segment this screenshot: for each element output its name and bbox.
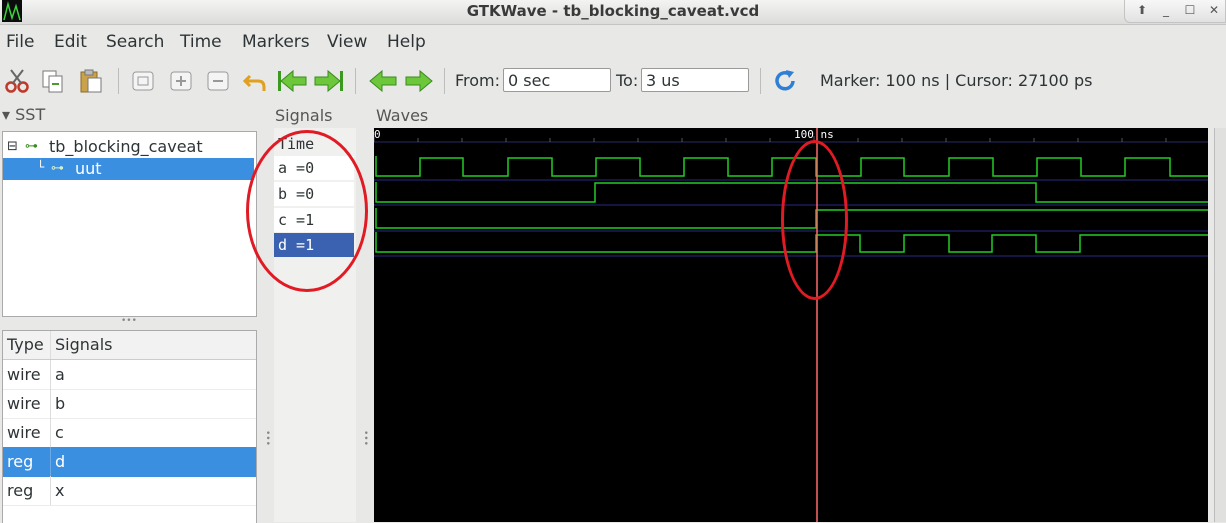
- tree-node-label: uut: [75, 159, 102, 178]
- close-button[interactable]: ✕: [1205, 2, 1223, 18]
- signal-type: wire: [7, 423, 41, 442]
- copy-icon[interactable]: [40, 68, 66, 94]
- table-row[interactable]: wire a: [3, 360, 256, 390]
- column-header-type[interactable]: Type: [7, 335, 44, 354]
- column-header-signals[interactable]: Signals: [55, 335, 112, 354]
- signal-name: d: [55, 452, 66, 471]
- toolbar-separator: [118, 68, 119, 94]
- vertical-scrollbar[interactable]: [1214, 128, 1226, 522]
- sst-hierarchy-tree: ⊟ ⊶ tb_blocking_caveat └ ⊶ uut: [2, 131, 257, 317]
- shade-button[interactable]: ⬆: [1133, 2, 1151, 18]
- tree-node-label: tb_blocking_caveat: [49, 137, 203, 156]
- window-title: GTKWave - tb_blocking_caveat.vcd: [466, 2, 760, 20]
- column-divider: [50, 447, 51, 476]
- title-bar: GTKWave - tb_blocking_caveat.vcd ⬆ _ ☐ ✕: [0, 0, 1226, 25]
- tree-node-tb-blocking-caveat[interactable]: ⊟ ⊶ tb_blocking_caveat: [3, 136, 254, 158]
- waves-panel-label: Waves: [376, 106, 429, 125]
- signal-name: a: [55, 365, 65, 384]
- column-divider: [50, 389, 51, 418]
- signal-type: wire: [7, 394, 41, 413]
- marker-cursor-status: Marker: 100 ns | Cursor: 27100 ps: [820, 71, 1093, 90]
- table-header: Type Signals: [3, 331, 256, 360]
- menu-help[interactable]: Help: [387, 32, 426, 52]
- menu-time[interactable]: Time: [180, 32, 222, 52]
- minimize-button[interactable]: _: [1157, 2, 1175, 18]
- menu-view[interactable]: View: [327, 32, 367, 52]
- from-label: From:: [455, 71, 501, 90]
- menu-bar: File Edit Search Time Markers View Help: [0, 26, 1226, 58]
- annotation-ellipse-marker: [781, 140, 848, 300]
- from-time-input[interactable]: 0 sec: [503, 68, 611, 92]
- table-row[interactable]: reg x: [3, 476, 256, 506]
- find-prev-edge-icon[interactable]: [368, 68, 397, 94]
- signals-panel-label: Signals: [275, 106, 333, 125]
- pane-resize-grip[interactable]: •••: [121, 316, 137, 326]
- hierarchy-icon: ⊶: [25, 139, 38, 154]
- maximize-button[interactable]: ☐: [1181, 2, 1199, 18]
- column-divider: [50, 331, 51, 359]
- sst-label-text: SST: [15, 105, 46, 124]
- undo-zoom-icon[interactable]: [242, 68, 268, 94]
- zoom-fit-icon[interactable]: [130, 68, 156, 94]
- to-label: To:: [616, 71, 639, 90]
- time-label-start: 0: [374, 128, 381, 141]
- find-next-edge-icon[interactable]: [404, 68, 433, 94]
- zoom-to-start-icon[interactable]: [277, 68, 307, 94]
- signal-type: reg: [7, 481, 34, 500]
- table-row[interactable]: wire c: [3, 418, 256, 448]
- column-divider: [50, 418, 51, 447]
- sst-label[interactable]: ▾ SST: [2, 105, 45, 124]
- toolbar-separator: [444, 68, 445, 94]
- tree-node-uut[interactable]: └ ⊶ uut: [3, 158, 254, 180]
- menu-search[interactable]: Search: [106, 32, 164, 52]
- table-row[interactable]: wire b: [3, 389, 256, 419]
- tree-branch-line: └: [37, 160, 45, 174]
- annotation-ellipse-signals: [246, 130, 368, 292]
- toolbar-separator: [355, 68, 356, 94]
- zoom-to-end-icon[interactable]: [314, 68, 343, 94]
- signal-name: x: [55, 481, 65, 500]
- signal-name: b: [55, 394, 66, 413]
- cut-icon[interactable]: [4, 68, 30, 94]
- pane-resize-grip[interactable]: •••: [360, 430, 370, 446]
- hierarchy-icon: ⊶: [51, 161, 64, 176]
- table-row[interactable]: reg d: [3, 447, 256, 477]
- signal-name: c: [55, 423, 64, 442]
- column-divider: [50, 360, 51, 389]
- column-divider: [50, 476, 51, 505]
- collapse-icon[interactable]: ⊟: [7, 136, 18, 158]
- reload-icon[interactable]: [772, 68, 798, 94]
- zoom-out-icon[interactable]: [205, 68, 231, 94]
- sst-signal-table: Type Signals wire a wire b wire c reg d …: [2, 330, 257, 523]
- paste-icon[interactable]: [78, 68, 104, 94]
- menu-edit[interactable]: Edit: [54, 32, 87, 52]
- signal-type: wire: [7, 365, 41, 384]
- timeline-ticks: [374, 136, 1167, 142]
- signal-type: reg: [7, 452, 34, 471]
- pane-resize-grip[interactable]: •••: [262, 430, 272, 446]
- window-controls: ⬆ _ ☐ ✕: [1124, 0, 1226, 23]
- toolbar-separator: [760, 68, 761, 94]
- zoom-in-icon[interactable]: [168, 68, 194, 94]
- to-time-input[interactable]: 3 us: [641, 68, 749, 92]
- toolbar: From: 0 sec To: 3 us Marker: 100 ns | Cu…: [0, 60, 1226, 102]
- menu-file[interactable]: File: [6, 32, 34, 52]
- menu-markers[interactable]: Markers: [242, 32, 310, 52]
